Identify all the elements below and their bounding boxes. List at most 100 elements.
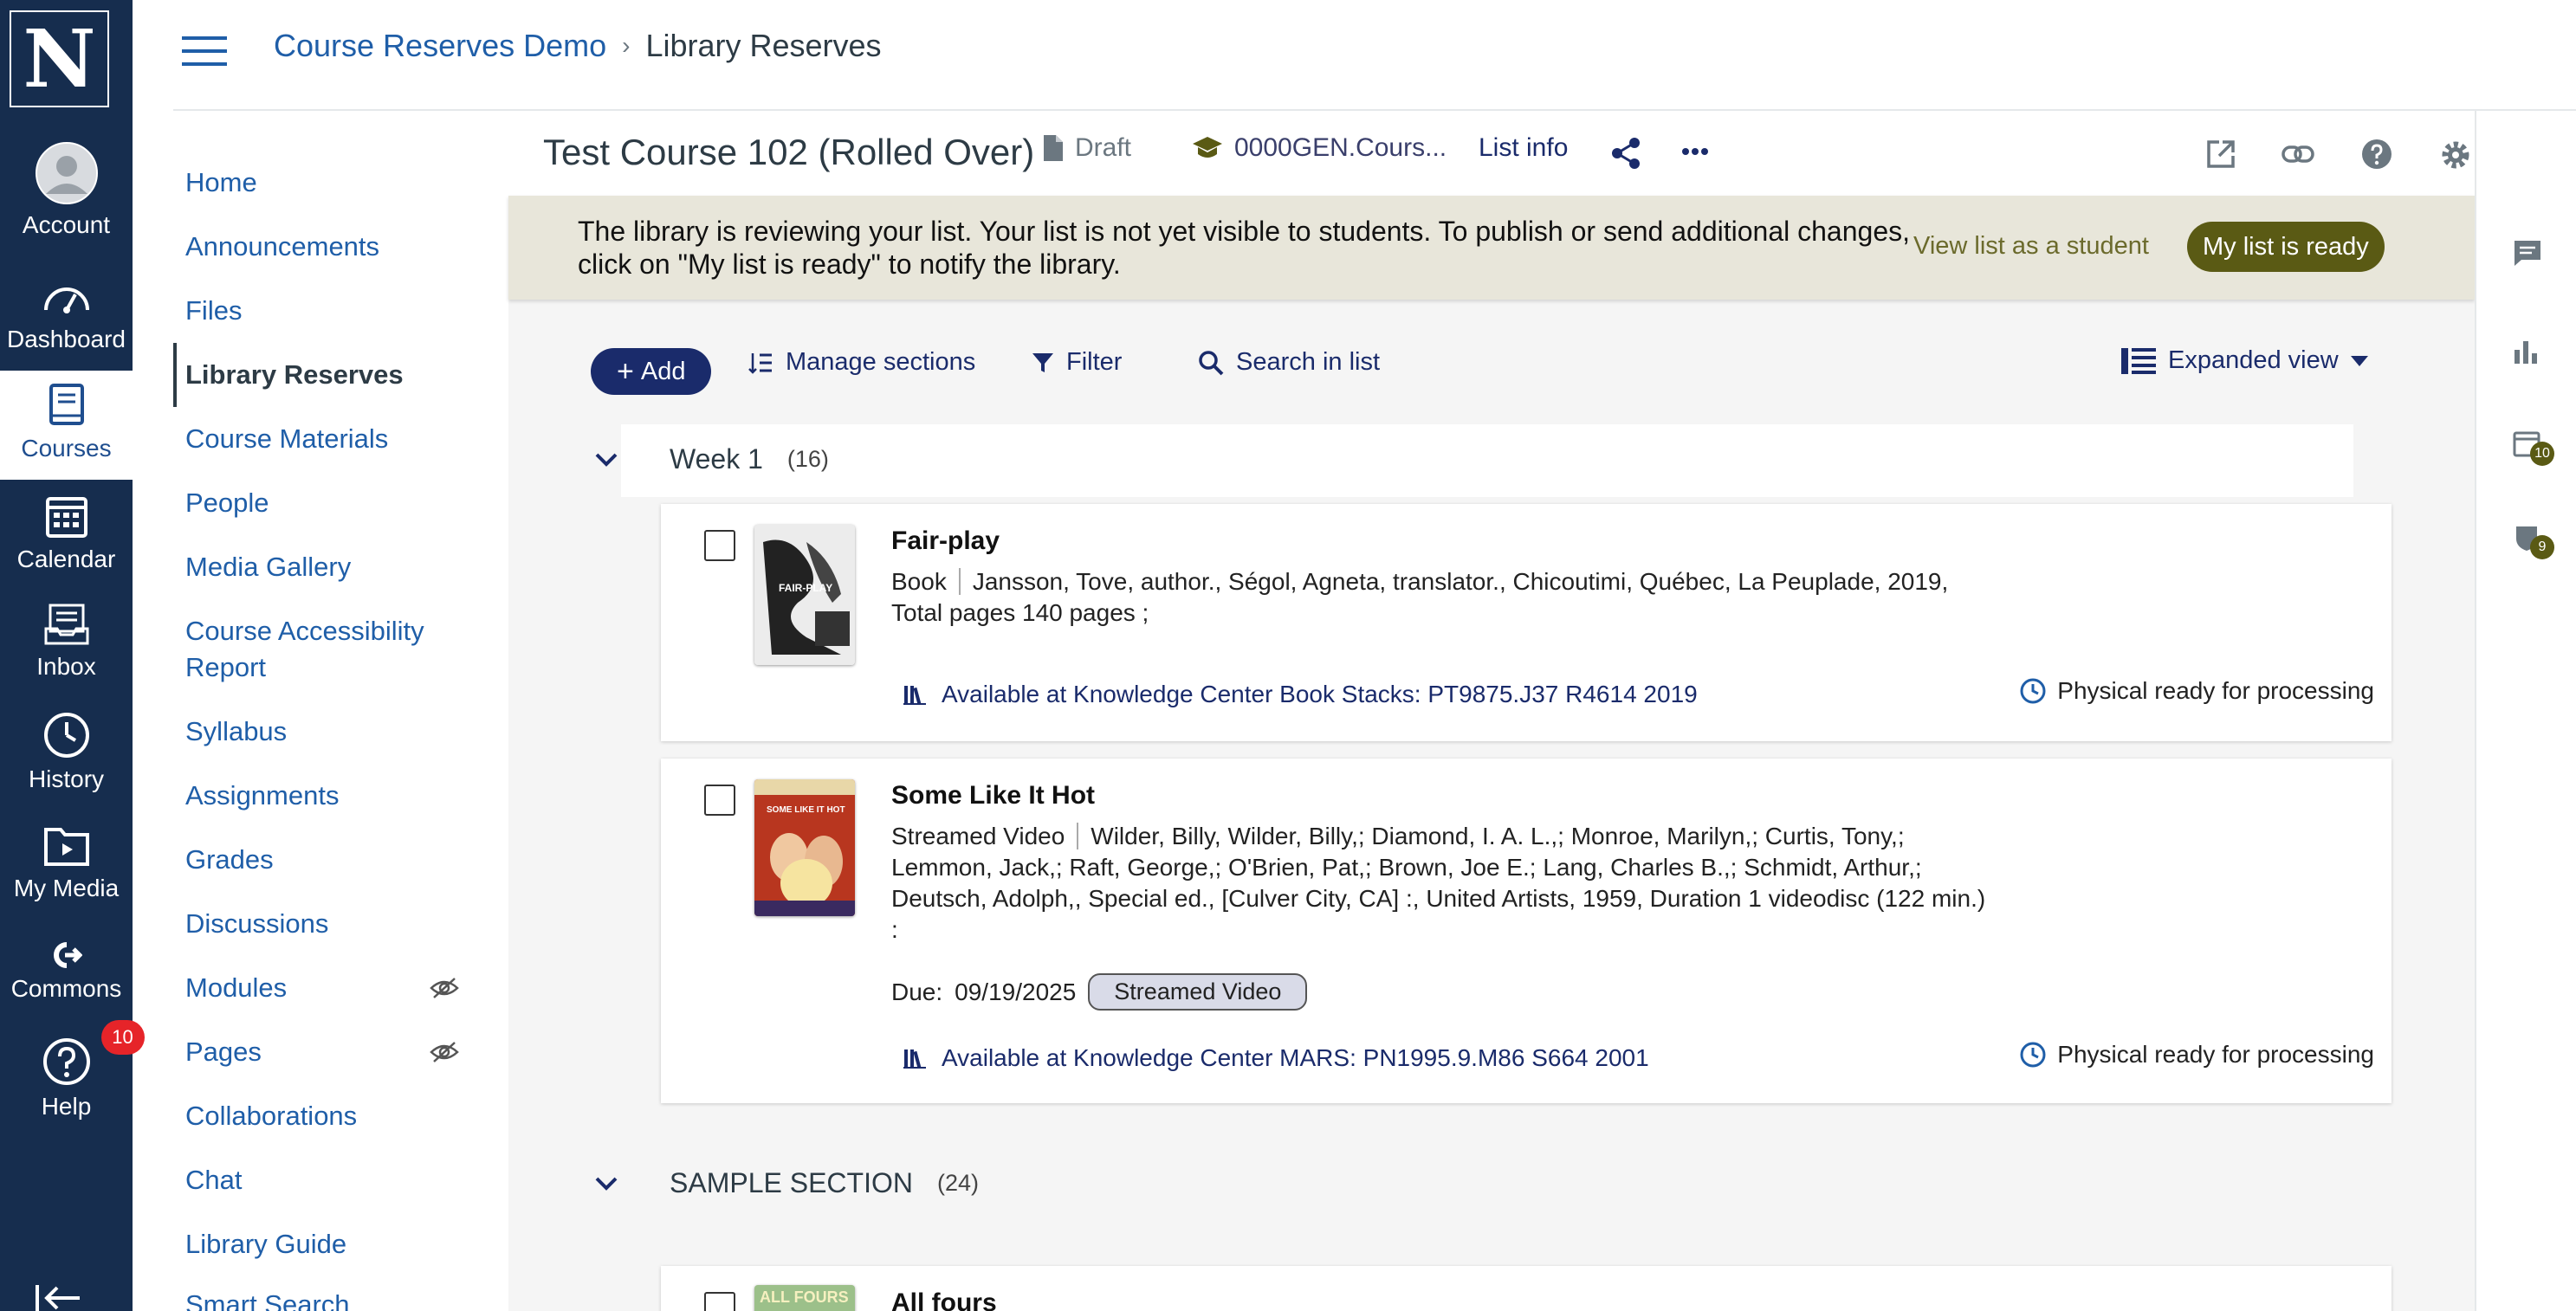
global-nav-label: Calendar	[16, 546, 116, 572]
graduation-cap-icon	[1191, 135, 1224, 161]
global-nav-dashboard[interactable]: Dashboard	[0, 275, 133, 353]
global-nav-account[interactable]: Account	[0, 142, 133, 239]
course-nav-course-materials[interactable]: Course Materials	[173, 421, 502, 457]
availability-link[interactable]: Available at Knowledge Center MARS: PN19…	[903, 1044, 1649, 1072]
citation-card[interactable]: SOME LIKE IT HOT Some Like It Hot Stream…	[661, 759, 2392, 1103]
breadcrumb-current: Library Reserves	[645, 28, 882, 63]
chevron-down-icon[interactable]	[595, 453, 618, 467]
search-in-list-label: Search in list	[1236, 348, 1381, 376]
global-nav-commons[interactable]: Commons	[0, 942, 133, 1003]
list-course-link[interactable]: 0000GEN.Cours...	[1191, 133, 1447, 163]
course-nav-files[interactable]: Files	[173, 293, 502, 329]
help-circle-icon[interactable]	[2361, 139, 2392, 170]
section-count: (24)	[936, 1170, 979, 1196]
processing-status-text: Physical ready for processing	[2057, 1041, 2374, 1068]
history-icon	[43, 712, 90, 759]
breadcrumb: Course Reserves Demo › Library Reserves	[274, 28, 882, 64]
course-nav-collaborations[interactable]: Collaborations	[173, 1098, 502, 1134]
manage-sections-button[interactable]: Manage sections	[748, 348, 975, 377]
course-nav-smart-search[interactable]: Smart Search	[173, 1287, 502, 1311]
search-in-list-button[interactable]: Search in list	[1198, 348, 1380, 377]
citation-title[interactable]: Some Like It Hot	[891, 781, 1095, 810]
global-nav-label: Courses	[21, 435, 112, 462]
global-nav-my-media[interactable]: My Media	[0, 821, 133, 902]
bar-chart-icon[interactable]	[2513, 338, 2539, 364]
library-shelf-icon	[903, 684, 926, 705]
course-nav-label: Pages	[185, 1037, 262, 1067]
citation-card[interactable]: ALL FOURS All fours	[661, 1266, 2392, 1311]
global-nav-help[interactable]: 10 Help	[0, 1020, 145, 1120]
list-view-icon	[2121, 347, 2156, 374]
citation-metadata: Streamed Video Wilder, Billy, Wilder, Bil…	[891, 821, 1991, 946]
section-header-sample-section[interactable]: SAMPLE SECTION (24)	[595, 1167, 979, 1199]
book-cover-image: ALL FOURS	[754, 1285, 855, 1311]
course-nav-library-reserves[interactable]: Library Reserves	[173, 343, 502, 407]
global-nav-history[interactable]: History	[0, 712, 133, 793]
chevron-down-icon[interactable]	[595, 1177, 618, 1191]
filter-icon	[1032, 352, 1054, 374]
citation-card[interactable]: FAIR-PLAY Fair-play Book Jansson, Tove, a…	[661, 504, 2392, 741]
dvd-cover-image: SOME LIKE IT HOT	[754, 779, 855, 916]
course-nav-modules[interactable]: Modules	[173, 970, 502, 1006]
section-title: SAMPLE SECTION	[670, 1167, 913, 1198]
due-date: Due: 09/19/2025 Streamed Video	[891, 973, 1308, 1011]
shield-badge-icon[interactable]: 9	[2513, 523, 2554, 559]
section-header-week-1[interactable]: Week 1 (16)	[595, 443, 829, 475]
sort-list-icon	[748, 352, 773, 374]
link-icon[interactable]	[2282, 144, 2314, 165]
hamburger-menu-icon[interactable]	[182, 36, 227, 66]
filter-label: Filter	[1066, 348, 1123, 376]
course-nav-announcements[interactable]: Announcements	[173, 229, 502, 265]
course-nav-label: Modules	[185, 972, 288, 1003]
filter-button[interactable]: Filter	[1032, 348, 1122, 377]
settings-gear-icon[interactable]	[2439, 139, 2472, 171]
course-nav-accessibility-report[interactable]: Course Accessibility Report	[173, 613, 450, 686]
citation-metadata: Book Jansson, Tove, author., Ségol, Agnet…	[891, 566, 1991, 629]
availability-link[interactable]: Available at Knowledge Center Book Stack…	[903, 681, 1698, 708]
course-nav-discussions[interactable]: Discussions	[173, 906, 502, 942]
view-as-student-button[interactable]: View list as a student	[1913, 232, 2149, 261]
open-new-window-icon[interactable]	[2205, 139, 2236, 170]
course-nav-syllabus[interactable]: Syllabus	[173, 714, 502, 750]
plus-icon: +	[617, 355, 634, 388]
list-info-link[interactable]: List info	[1479, 133, 1568, 163]
more-options-icon[interactable]	[1681, 147, 1709, 156]
my-list-is-ready-button[interactable]: My list is ready	[2187, 222, 2385, 272]
course-nav-library-guide[interactable]: Library Guide	[173, 1226, 502, 1263]
breadcrumb-course-link[interactable]: Course Reserves Demo	[274, 28, 606, 64]
global-nav-inbox[interactable]: Inbox	[0, 603, 133, 681]
course-nav-chat[interactable]: Chat	[173, 1162, 502, 1198]
material-type-tag: Streamed Video	[1088, 973, 1308, 1011]
processing-status: Physical ready for processing	[2019, 1041, 2374, 1069]
citation-title[interactable]: Fair-play	[891, 526, 1000, 556]
help-notification-badge: 10	[100, 1020, 145, 1055]
shield-count-badge: 9	[2530, 535, 2554, 559]
course-nav-grades[interactable]: Grades	[173, 842, 502, 878]
course-nav-media-gallery[interactable]: Media Gallery	[173, 549, 502, 585]
collapse-nav-icon[interactable]	[35, 1285, 83, 1311]
comment-icon[interactable]	[2513, 239, 2542, 267]
course-nav-pages[interactable]: Pages	[173, 1034, 502, 1070]
citation-title[interactable]: All fours	[891, 1288, 997, 1311]
processing-status: Physical ready for processing	[2019, 677, 2374, 705]
global-nav-label: Inbox	[36, 653, 96, 680]
course-nav-assignments[interactable]: Assignments	[173, 778, 502, 814]
global-nav-courses[interactable]: Courses	[0, 371, 133, 480]
course-nav-people[interactable]: People	[173, 485, 502, 521]
clock-icon	[2019, 1041, 2047, 1069]
search-icon	[1198, 350, 1224, 376]
global-nav-calendar[interactable]: Calendar	[0, 494, 133, 573]
citation-checkbox[interactable]	[704, 1292, 735, 1311]
share-icon[interactable]	[1610, 137, 1641, 170]
citation-checkbox[interactable]	[704, 530, 735, 561]
calendar-badge-icon[interactable]: 10	[2513, 429, 2554, 466]
university-logo[interactable]: N	[10, 10, 109, 107]
view-mode-dropdown[interactable]: Expanded view	[2121, 346, 2368, 375]
citation-checkbox[interactable]	[704, 785, 735, 816]
add-button[interactable]: + Add	[591, 348, 712, 395]
cover-title: SOME LIKE IT HOT	[767, 805, 845, 815]
citation-type: Book	[891, 568, 961, 595]
manage-sections-label: Manage sections	[786, 348, 976, 376]
course-nav-home[interactable]: Home	[173, 165, 502, 201]
eye-slash-icon	[430, 977, 459, 999]
